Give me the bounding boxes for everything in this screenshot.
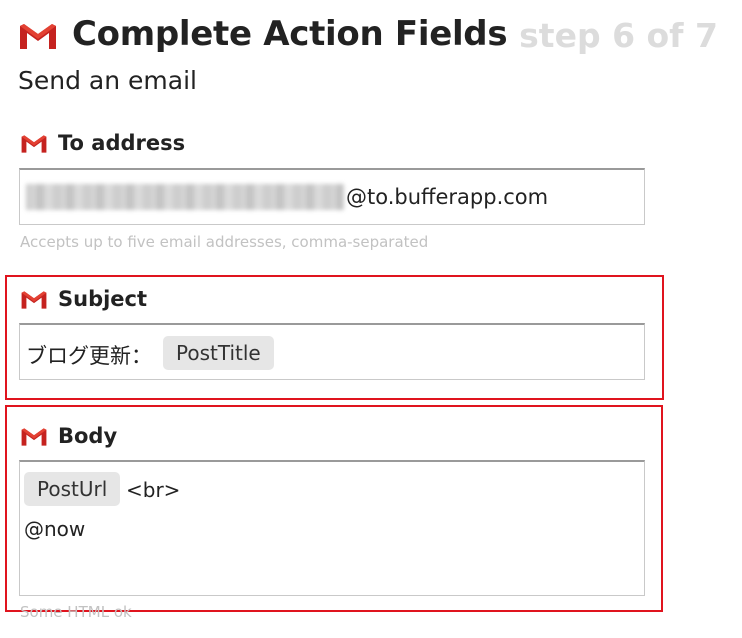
page-header: Complete Action Fields step 6 of 7 xyxy=(18,14,718,58)
page-title: Complete Action Fields xyxy=(72,14,508,54)
step-indicator: step 6 of 7 xyxy=(519,16,718,55)
body-field[interactable]: PostUrl <br> @now xyxy=(19,460,645,596)
action-subtitle: Send an email xyxy=(18,66,197,95)
to-address-helper: Accepts up to five email addresses, comm… xyxy=(20,233,429,251)
gmail-icon xyxy=(18,22,58,51)
ingredient-posttitle[interactable]: PostTitle xyxy=(163,336,274,370)
body-helper: Some HTML ok xyxy=(20,603,132,621)
body-label-text: Body xyxy=(58,424,118,448)
gmail-icon xyxy=(20,427,48,447)
gmail-icon xyxy=(20,134,48,154)
subject-field[interactable]: ブログ更新： PostTitle xyxy=(19,323,645,380)
to-address-value: @to.bufferapp.com xyxy=(346,185,549,209)
body-br-text: <br> xyxy=(126,478,181,502)
body-now-text: @now xyxy=(24,517,86,541)
gmail-icon xyxy=(20,290,48,310)
to-address-label-text: To address xyxy=(58,131,186,155)
subject-prefix-text: ブログ更新： xyxy=(26,344,152,368)
redacted-address xyxy=(26,184,344,210)
to-address-field[interactable]: @to.bufferapp.com xyxy=(19,168,645,225)
ingredient-posturl[interactable]: PostUrl xyxy=(24,472,121,506)
subject-label-text: Subject xyxy=(58,287,148,311)
